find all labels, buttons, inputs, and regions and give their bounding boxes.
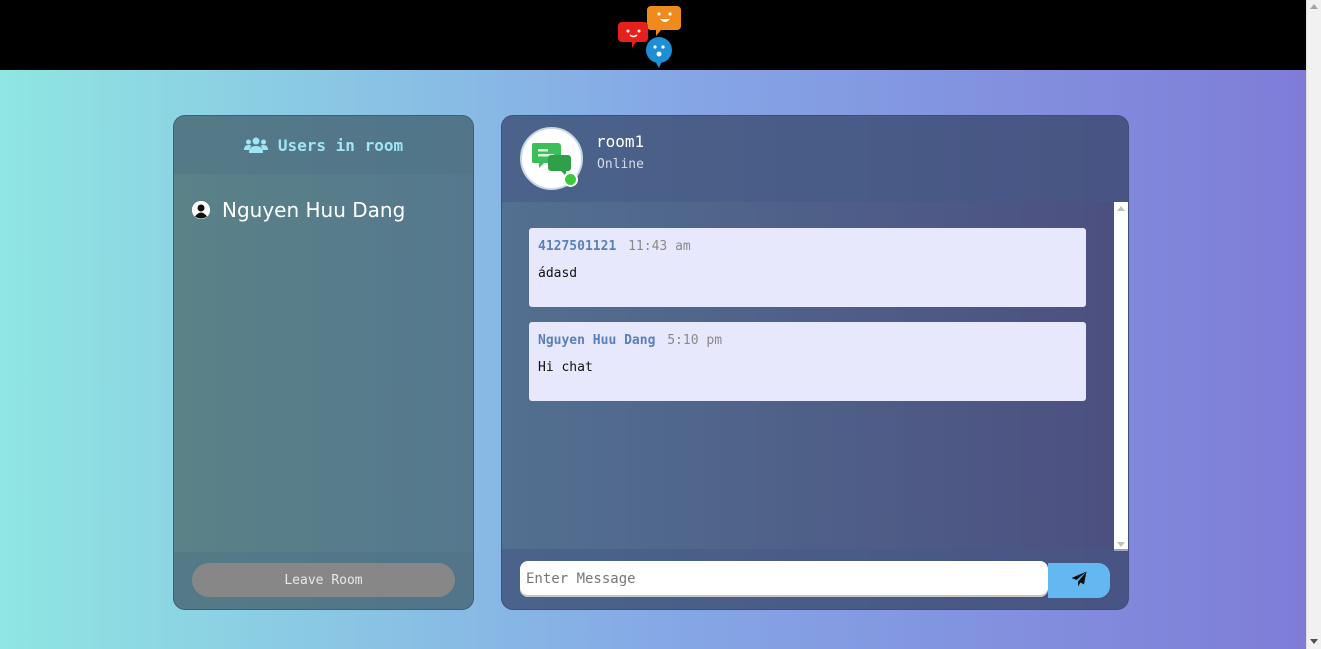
scroll-up-icon[interactable] xyxy=(1310,4,1318,9)
chat-panel: room1 Online 4127501121 11:43 am ádasd N… xyxy=(501,115,1129,610)
chat-bubbles-logo-icon[interactable] xyxy=(617,4,683,68)
message-author: Nguyen Huu Dang xyxy=(538,333,656,348)
message-list: 4127501121 11:43 am ádasd Nguyen Huu Dan… xyxy=(502,202,1114,550)
paper-plane-icon xyxy=(1071,571,1087,590)
scroll-down-icon[interactable] xyxy=(1117,542,1125,547)
chat-footer xyxy=(502,549,1128,609)
scroll-up-icon[interactable] xyxy=(1117,206,1125,211)
room-status: Online xyxy=(597,157,644,172)
room-name: room1 xyxy=(596,132,645,151)
users-group-icon xyxy=(243,137,268,153)
users-panel-title: Users in room xyxy=(277,135,404,155)
user-name: Nguyen Huu Dang xyxy=(222,198,406,222)
message-time: 11:43 am xyxy=(628,239,691,254)
send-button[interactable] xyxy=(1048,563,1110,598)
message-input[interactable] xyxy=(520,561,1048,597)
message-item: Nguyen Huu Dang 5:10 pm Hi chat xyxy=(529,322,1086,401)
message-list-scrollbar[interactable] xyxy=(1114,202,1128,551)
scroll-down-icon[interactable] xyxy=(1310,639,1318,644)
message-text: ádasd xyxy=(538,266,578,281)
users-panel: Users in room Nguyen Huu Dang Leave Room xyxy=(173,115,474,610)
leave-room-button[interactable]: Leave Room xyxy=(192,563,455,597)
top-bar xyxy=(0,0,1306,70)
message-text: Hi chat xyxy=(538,360,593,375)
online-status-dot xyxy=(563,172,578,187)
message-author: 4127501121 xyxy=(538,239,617,254)
message-time: 5:10 pm xyxy=(667,333,723,348)
users-panel-header: Users in room xyxy=(174,116,473,174)
user-avatar-icon xyxy=(192,201,210,219)
message-item: 4127501121 11:43 am ádasd xyxy=(529,228,1086,307)
chat-header: room1 Online xyxy=(502,116,1128,202)
page-scrollbar[interactable] xyxy=(1306,0,1321,649)
user-list-item[interactable]: Nguyen Huu Dang xyxy=(192,198,405,222)
users-panel-footer: Leave Room xyxy=(174,552,473,609)
